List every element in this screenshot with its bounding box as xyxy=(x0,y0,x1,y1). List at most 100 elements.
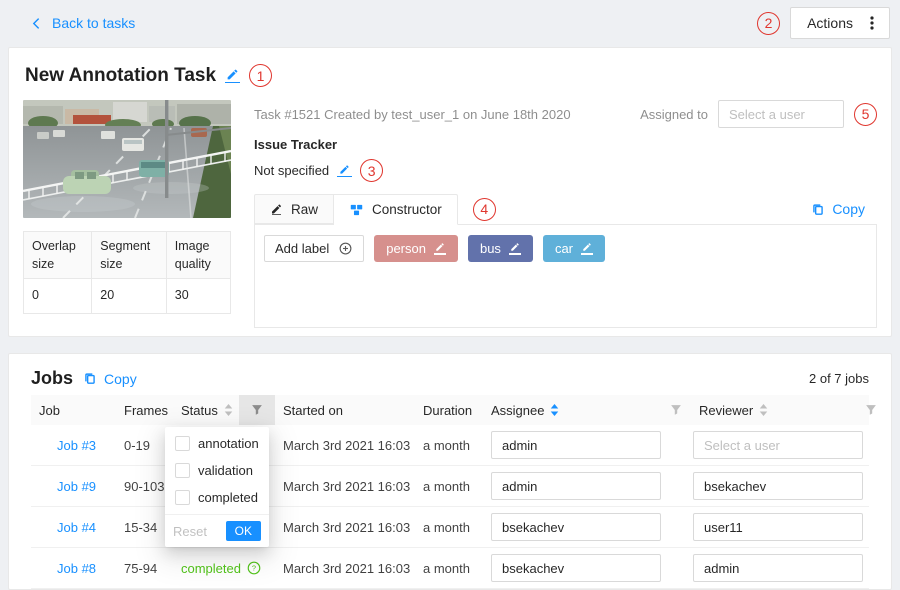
edit-title-icon[interactable] xyxy=(225,68,240,84)
column-started-label: Started on xyxy=(283,403,343,418)
edit-issue-tracker-icon[interactable] xyxy=(337,164,352,178)
job-link[interactable]: Job #9 xyxy=(39,479,96,494)
job-assignee-input[interactable] xyxy=(491,472,661,500)
spacer-cell xyxy=(661,466,691,506)
job-link[interactable]: Job #8 xyxy=(39,561,96,576)
copy-labels-link[interactable]: Copy xyxy=(811,201,865,217)
task-meta-row: Task #1521 Created by test_user_1 on Jun… xyxy=(254,100,877,128)
job-assignee-input[interactable] xyxy=(491,431,661,459)
spacer-cell xyxy=(661,425,691,465)
assigned-to-label: Assigned to xyxy=(640,107,708,122)
param-value-quality: 30 xyxy=(166,279,230,314)
job-reviewer-input[interactable] xyxy=(693,472,863,500)
job-reviewer-input[interactable] xyxy=(693,513,863,541)
job-assignee-input[interactable] xyxy=(491,554,661,582)
jobs-title: Jobs xyxy=(31,368,73,389)
job-frames: 75-94 xyxy=(116,561,173,576)
task-left-column: Overlap size Segment size Image quality … xyxy=(23,100,231,328)
job-started: March 3rd 2021 16:03 xyxy=(275,520,415,535)
filter-option-label: annotation xyxy=(198,436,259,451)
spacer-cell xyxy=(855,507,887,547)
filter-reset-button[interactable]: Reset xyxy=(173,524,207,539)
column-header-started[interactable]: Started on xyxy=(275,403,415,418)
task-meta-text: Task #1521 Created by test_user_1 on Jun… xyxy=(254,107,571,122)
column-header-reviewer[interactable]: Reviewer xyxy=(691,403,855,418)
job-row-4: Job #4 15-34 March 3rd 2021 16:03 a mont… xyxy=(31,507,869,548)
copy-jobs-link[interactable]: Copy xyxy=(83,371,137,387)
job-duration: a month xyxy=(415,561,483,576)
constructor-blocks-icon xyxy=(349,203,364,217)
job-duration: a month xyxy=(415,438,483,453)
jobs-card: Jobs Copy 2 of 7 jobs Job Frames Status xyxy=(8,353,892,590)
filter-dropdown-footer: Reset OK xyxy=(165,514,269,547)
sort-carets-icon[interactable] xyxy=(759,403,768,417)
label-chip-person-text: person xyxy=(386,241,426,256)
column-header-assignee[interactable]: Assignee xyxy=(483,403,661,418)
job-link[interactable]: Job #4 xyxy=(39,520,96,535)
task-columns: Overlap size Segment size Image quality … xyxy=(23,100,877,328)
column-header-frames[interactable]: Frames xyxy=(116,403,173,418)
status-filter-dropdown: annotation validation completed Reset OK xyxy=(165,427,269,547)
task-assignee-input[interactable] xyxy=(718,100,844,128)
edit-label-icon[interactable] xyxy=(581,242,593,255)
checkbox-unchecked[interactable] xyxy=(175,490,190,505)
task-details-card: New Annotation Task 1 xyxy=(8,47,892,337)
issue-tracker-block: Issue Tracker Not specified 3 xyxy=(254,137,877,182)
task-title-row: New Annotation Task 1 xyxy=(25,64,877,87)
assignee-filter-button[interactable] xyxy=(661,395,691,425)
copy-icon xyxy=(811,202,825,217)
back-to-tasks-label: Back to tasks xyxy=(52,15,135,31)
column-job-label: Job xyxy=(39,403,60,418)
label-chip-car[interactable]: car xyxy=(543,235,605,262)
filter-option-annotation[interactable]: annotation xyxy=(165,430,269,457)
filter-option-completed[interactable]: completed xyxy=(165,484,269,511)
cvat-task-page: Back to tasks 2 Actions New Annotation T… xyxy=(0,0,900,590)
param-header-segment: Segment size xyxy=(92,232,167,279)
label-chip-bus-text: bus xyxy=(480,241,501,256)
filter-option-validation[interactable]: validation xyxy=(165,457,269,484)
filter-ok-button[interactable]: OK xyxy=(226,521,261,541)
job-reviewer-input[interactable] xyxy=(693,554,863,582)
sort-carets-icon-active[interactable] xyxy=(550,403,559,417)
checkbox-unchecked[interactable] xyxy=(175,436,190,451)
add-label-button[interactable]: Add label xyxy=(264,235,364,262)
job-reviewer-input[interactable] xyxy=(693,431,863,459)
job-link[interactable]: Job #3 xyxy=(39,438,96,453)
job-row-3: Job #3 0-19 March 3rd 2021 16:03 a month xyxy=(31,425,869,466)
spacer-cell xyxy=(661,548,691,588)
column-header-job[interactable]: Job xyxy=(31,403,116,418)
column-reviewer-label: Reviewer xyxy=(699,403,753,418)
edit-label-icon[interactable] xyxy=(509,242,521,255)
column-duration-label: Duration xyxy=(423,403,472,418)
param-header-quality: Image quality xyxy=(166,232,230,279)
column-header-status[interactable]: Status xyxy=(173,403,239,418)
job-assignee-input[interactable] xyxy=(491,513,661,541)
job-started: March 3rd 2021 16:03 xyxy=(275,561,415,576)
task-right-column: Task #1521 Created by test_user_1 on Jun… xyxy=(254,100,877,328)
sort-carets-icon[interactable] xyxy=(224,403,233,417)
status-filter-button[interactable] xyxy=(239,395,275,425)
checkbox-unchecked[interactable] xyxy=(175,463,190,478)
label-chip-person[interactable]: person xyxy=(374,235,458,262)
column-header-duration[interactable]: Duration xyxy=(415,403,483,418)
reviewer-filter-button[interactable] xyxy=(855,395,887,425)
pencil-icon xyxy=(270,203,283,215)
tab-constructor-label: Constructor xyxy=(372,202,442,217)
actions-button[interactable]: Actions xyxy=(790,7,890,39)
back-to-tasks-link[interactable]: Back to tasks xyxy=(30,15,135,31)
job-started: March 3rd 2021 16:03 xyxy=(275,438,415,453)
label-chip-bus[interactable]: bus xyxy=(468,235,533,262)
kebab-menu-icon xyxy=(865,15,879,31)
spacer-cell xyxy=(855,425,887,465)
tab-raw-label: Raw xyxy=(291,202,318,217)
task-params-table: Overlap size Segment size Image quality … xyxy=(23,231,231,314)
edit-label-icon[interactable] xyxy=(434,242,446,255)
edit-underline xyxy=(434,253,446,255)
jobs-header: Jobs Copy 2 of 7 jobs xyxy=(31,368,869,389)
filter-funnel-icon xyxy=(670,404,682,416)
spacer-cell xyxy=(239,548,275,588)
issue-tracker-value: Not specified xyxy=(254,163,329,178)
edit-underline xyxy=(337,176,352,178)
tab-constructor[interactable]: Constructor xyxy=(334,194,458,225)
tab-raw[interactable]: Raw xyxy=(254,194,334,224)
